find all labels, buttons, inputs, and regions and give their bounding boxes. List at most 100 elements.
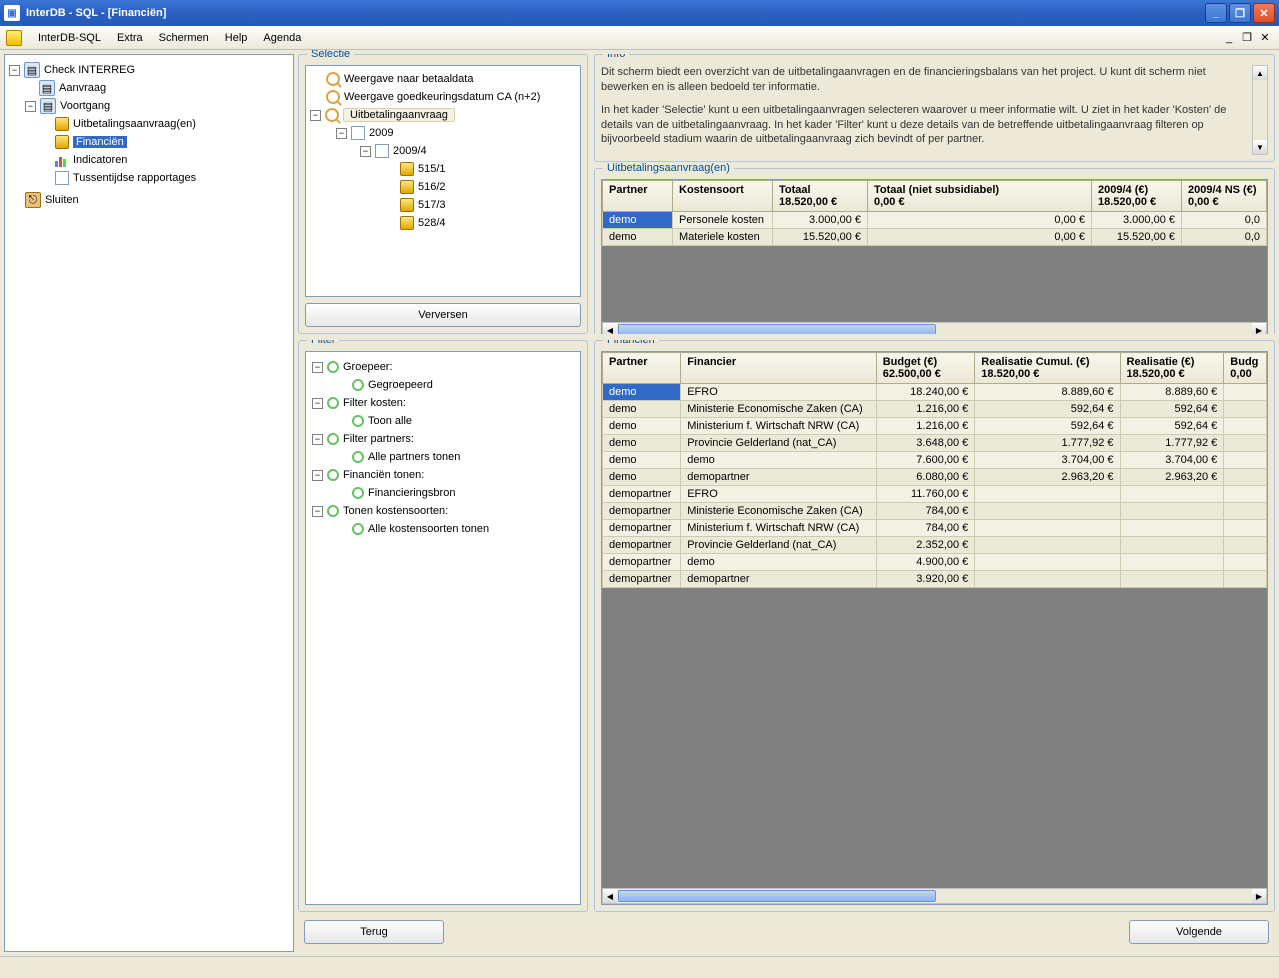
- sel-2009[interactable]: −2009: [310, 124, 576, 142]
- menu-agenda[interactable]: Agenda: [255, 29, 309, 47]
- col-real-cumul[interactable]: Realisatie Cumul. (€)18.520,00 €: [975, 353, 1120, 384]
- mdi-minimize[interactable]: _: [1221, 31, 1237, 45]
- nav-financien[interactable]: Financiën: [9, 133, 289, 151]
- collapse-icon[interactable]: −: [310, 110, 321, 121]
- filter-toon-alle[interactable]: Toon alle: [312, 412, 574, 430]
- filter-alle-kosten[interactable]: Alle kostensoorten tonen: [312, 520, 574, 538]
- col-2009-4[interactable]: 2009/4 (€)18.520,00 €: [1092, 181, 1182, 212]
- sel-516-2[interactable]: 516/2: [310, 178, 576, 196]
- cell-financier: Ministerium f. Wirtschaft NRW (CA): [681, 520, 877, 537]
- collapse-icon[interactable]: −: [312, 470, 323, 481]
- uitbetaling-table[interactable]: Partner Kostensoort Totaal18.520,00 € To…: [602, 180, 1267, 246]
- table-row[interactable]: demopartnerdemo4.900,00 €: [603, 554, 1267, 571]
- cell-totaal-ns: 0,00 €: [868, 212, 1092, 229]
- uit-hscroll[interactable]: ◀▶: [602, 322, 1267, 334]
- nav-aanvraag[interactable]: ▤ Aanvraag: [9, 79, 289, 97]
- table-row[interactable]: demopartnerMinisterie Economische Zaken …: [603, 503, 1267, 520]
- col-totaal-ns[interactable]: Totaal (niet subsidiabel)0,00 €: [868, 181, 1092, 212]
- filter-kosten[interactable]: −Filter kosten:: [312, 394, 574, 412]
- scroll-left-icon[interactable]: ◀: [603, 889, 617, 903]
- col-kostensoort[interactable]: Kostensoort: [673, 181, 773, 212]
- table-row[interactable]: demoMateriele kosten15.520,00 €0,00 €15.…: [603, 229, 1267, 246]
- collapse-icon[interactable]: −: [312, 362, 323, 373]
- col-financier[interactable]: Financier: [681, 353, 877, 384]
- col-realisatie[interactable]: Realisatie (€)18.520,00 €: [1120, 353, 1224, 384]
- collapse-icon[interactable]: −: [360, 146, 371, 157]
- table-row[interactable]: demopartnerProvincie Gelderland (nat_CA)…: [603, 537, 1267, 554]
- col-budget[interactable]: Budget (€)62.500,00 €: [876, 353, 975, 384]
- collapse-icon[interactable]: −: [25, 101, 36, 112]
- table-row[interactable]: demoMinisterium f. Wirtschaft NRW (CA)1.…: [603, 418, 1267, 435]
- maximize-button[interactable]: ❐: [1229, 3, 1251, 23]
- financien-table[interactable]: Partner Financier Budget (€)62.500,00 € …: [602, 352, 1267, 588]
- scroll-down-icon[interactable]: ▼: [1253, 140, 1267, 154]
- menu-interdb[interactable]: InterDB-SQL: [30, 29, 109, 47]
- scroll-thumb[interactable]: [618, 324, 936, 334]
- collapse-icon[interactable]: −: [9, 65, 20, 76]
- info-scrollbar[interactable]: ▲▼: [1252, 65, 1268, 155]
- menu-extra[interactable]: Extra: [109, 29, 151, 47]
- terug-button[interactable]: Terug: [304, 920, 444, 944]
- info-legend: Info: [603, 54, 629, 60]
- col-partner[interactable]: Partner: [603, 353, 681, 384]
- table-row[interactable]: demoEFRO18.240,00 €8.889,60 €8.889,60 €: [603, 384, 1267, 401]
- table-row[interactable]: demoPersonele kosten3.000,00 €0,00 €3.00…: [603, 212, 1267, 229]
- nav-voortgang[interactable]: − ▤ Voortgang: [9, 97, 289, 115]
- scroll-up-icon[interactable]: ▲: [1253, 66, 1267, 80]
- fin-hscroll[interactable]: ◀▶: [602, 888, 1267, 904]
- mdi-close[interactable]: ✕: [1257, 31, 1273, 45]
- scroll-right-icon[interactable]: ▶: [1252, 323, 1266, 334]
- table-row[interactable]: demoMinisterie Economische Zaken (CA)1.2…: [603, 401, 1267, 418]
- cell-2009-4-ns: 0,0: [1182, 212, 1267, 229]
- sel-weergave-goed[interactable]: Weergave goedkeuringsdatum CA (n+2): [310, 88, 576, 106]
- table-row[interactable]: demopartnerEFRO11.760,00 €: [603, 486, 1267, 503]
- filter-financieringsbron[interactable]: Financieringsbron: [312, 484, 574, 502]
- col-totaal[interactable]: Totaal18.520,00 €: [773, 181, 868, 212]
- col-2009-4-ns[interactable]: 2009/4 NS (€)0,00 €: [1182, 181, 1267, 212]
- minimize-button[interactable]: _: [1205, 3, 1227, 23]
- filter-partners[interactable]: −Filter partners:: [312, 430, 574, 448]
- table-row[interactable]: demoProvincie Gelderland (nat_CA)3.648,0…: [603, 435, 1267, 452]
- menu-help[interactable]: Help: [217, 29, 256, 47]
- sel-528-4[interactable]: 528/4: [310, 214, 576, 232]
- info-panel: Info Dit scherm biedt een overzicht van …: [594, 54, 1275, 162]
- scroll-right-icon[interactable]: ▶: [1252, 889, 1266, 903]
- nav-uitbetalingsaanvraag[interactable]: Uitbetalingsaanvraag(en): [9, 115, 289, 133]
- filter-financien-tonen[interactable]: −Financiën tonen:: [312, 466, 574, 484]
- nav-tussentijdse[interactable]: Tussentijdse rapportages: [9, 169, 289, 187]
- nav-root[interactable]: − ▤ Check INTERREG: [9, 61, 289, 79]
- sel-517-3[interactable]: 517/3: [310, 196, 576, 214]
- table-row[interactable]: demopartnerMinisterium f. Wirtschaft NRW…: [603, 520, 1267, 537]
- collapse-icon[interactable]: −: [312, 506, 323, 517]
- filter-groepeer[interactable]: −Groepeer:: [312, 358, 574, 376]
- collapse-icon[interactable]: −: [336, 128, 347, 139]
- sel-2009-4[interactable]: −2009/4: [310, 142, 576, 160]
- scroll-left-icon[interactable]: ◀: [603, 323, 617, 334]
- collapse-icon[interactable]: −: [312, 398, 323, 409]
- cell-budget: 784,00 €: [876, 503, 975, 520]
- table-row[interactable]: demodemopartner6.080,00 €2.963,20 €2.963…: [603, 469, 1267, 486]
- nav-sluiten[interactable]: ⎋ Sluiten: [9, 191, 289, 209]
- verversen-button[interactable]: Verversen: [305, 303, 581, 327]
- circle-icon: [327, 505, 339, 517]
- table-row[interactable]: demodemo7.600,00 €3.704,00 €3.704,00 €: [603, 452, 1267, 469]
- scroll-thumb[interactable]: [618, 890, 936, 902]
- nav-indicatoren[interactable]: Indicatoren: [9, 151, 289, 169]
- table-row[interactable]: demopartnerdemopartner3.920,00 €: [603, 571, 1267, 588]
- menu-schermen[interactable]: Schermen: [151, 29, 217, 47]
- close-button[interactable]: ✕: [1253, 3, 1275, 23]
- col-partner[interactable]: Partner: [603, 181, 673, 212]
- sel-515-1[interactable]: 515/1: [310, 160, 576, 178]
- volgende-button[interactable]: Volgende: [1129, 920, 1269, 944]
- filter-alle-partners[interactable]: Alle partners tonen: [312, 448, 574, 466]
- cube-icon: [400, 180, 414, 194]
- mdi-restore[interactable]: ❐: [1239, 31, 1255, 45]
- collapse-icon[interactable]: −: [312, 434, 323, 445]
- col-budg2[interactable]: Budg0,00: [1224, 353, 1267, 384]
- cell-financier: EFRO: [681, 384, 877, 401]
- sel-weergave-betaal[interactable]: Weergave naar betaaldata: [310, 70, 576, 88]
- filter-gegroepeerd[interactable]: Gegroepeerd: [312, 376, 574, 394]
- sel-uitbetalingaanvraag[interactable]: −Uitbetalingaanvraag: [310, 106, 576, 124]
- filter-tonen-kosten[interactable]: −Tonen kostensoorten:: [312, 502, 574, 520]
- cell-partner: demo: [603, 384, 681, 401]
